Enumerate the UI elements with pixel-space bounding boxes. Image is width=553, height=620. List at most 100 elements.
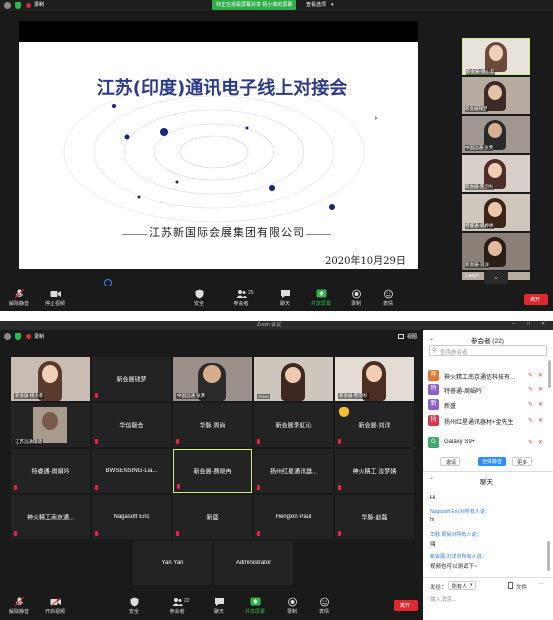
minimize-icon[interactable]: ─	[512, 321, 516, 327]
chat-button[interactable]: 聊天	[204, 595, 234, 619]
invite-button[interactable]: 邀请	[440, 457, 460, 466]
gallery-caption: 新会展-熊羽杉	[465, 184, 494, 190]
file-icon[interactable]	[508, 582, 513, 589]
collapse-chevron-icon[interactable]: ⌄	[429, 335, 434, 342]
shield-icon[interactable]	[15, 2, 21, 9]
grid-view-icon[interactable]	[398, 334, 404, 339]
participant-name: 新会展钱梦	[116, 377, 147, 384]
participant-row[interactable]: 特 特睿通-周娟吟 ✎ ✕	[428, 383, 546, 396]
view-button[interactable]: 视图	[407, 334, 417, 340]
leave-button[interactable]: 离开	[394, 600, 418, 611]
security-button[interactable]: 安全	[184, 287, 214, 311]
more-options-icon[interactable]: ···	[538, 581, 544, 587]
video-tile[interactable]: 新会展李虹沁	[254, 403, 333, 447]
chat-message: Hi	[430, 495, 436, 501]
info-icon[interactable]	[4, 333, 11, 340]
video-tile[interactable]: 特睿通-周娟吟	[11, 449, 90, 493]
unmute-button[interactable]: 解除静音	[4, 287, 34, 311]
chat-scrollbar[interactable]	[547, 541, 550, 571]
avatar	[488, 241, 502, 256]
record-button[interactable]: 录制	[277, 595, 307, 619]
chat-button[interactable]: 聊天	[270, 287, 300, 311]
send-to-select[interactable]: 所有人 ▾	[448, 581, 476, 590]
participant-row[interactable]: 神 神火精工南京通信科技有... ✎ ✕	[428, 369, 546, 382]
chat-label: 聊天	[279, 301, 290, 307]
video-tile-active-speaker[interactable]: 新会展-费晓冉	[173, 449, 252, 493]
video-off-icon: ✕	[538, 440, 544, 446]
gallery-tile[interactable]: 中国远通 张勇	[462, 116, 530, 153]
participant-row[interactable]: 扬 扬州红星通讯器材+金先生 ✎ ✕	[428, 414, 546, 427]
gallery-caption: 新会展钱梦	[465, 106, 488, 112]
participant-row[interactable]: 新 新盛 ✎ ✕	[428, 398, 546, 411]
video-tile[interactable]: Hengxin Paul	[254, 495, 333, 539]
record-button[interactable]: 录制	[341, 287, 371, 311]
video-tile[interactable]: 中国远通 张勇	[173, 357, 252, 401]
slide-title: 江苏(印度)通讯电子线上对接会	[96, 78, 348, 99]
video-tile[interactable]: 扬州红星通讯器...	[254, 449, 333, 493]
view-options-button[interactable]: 查看选项	[306, 2, 326, 8]
chat-divider	[423, 577, 553, 578]
participant-name: Nagasoft Eric	[113, 514, 150, 520]
gallery-tile[interactable]: 新会展钱梦	[462, 77, 530, 114]
mic-muted-icon	[338, 485, 341, 490]
gallery-tile[interactable]: 新会展-刘洋	[462, 233, 530, 270]
more-button[interactable]: 更多	[512, 457, 532, 466]
unmute-button[interactable]: 解除静音	[4, 595, 34, 619]
video-tile[interactable]: Nagasoft Eric	[92, 495, 171, 539]
participants-search[interactable]: ⚲ 查找参会者	[429, 345, 547, 356]
video-tile[interactable]: 华脉-赵磊	[335, 495, 414, 539]
scrollbar[interactable]	[548, 360, 551, 388]
video-tile[interactable]: 华信献仓	[92, 403, 171, 447]
gallery-scroll-down-button[interactable]: ⌄	[484, 271, 508, 284]
participant-name: 神火精工南京通...	[26, 515, 74, 522]
reactions-button[interactable]: 表情	[373, 287, 403, 311]
video-tile[interactable]: 新会展-熊羽杉	[335, 357, 414, 401]
participant-row[interactable]: G Galaxy S9+ ✎ ✕	[428, 436, 546, 449]
gallery-caption: 1-8227	[465, 273, 480, 278]
microphone-muted-icon	[14, 289, 24, 299]
gallery-tile[interactable]: 特睿通-揭婷婷	[462, 194, 530, 231]
share-screen-button[interactable]: 共享屏幕	[306, 287, 336, 311]
video-tile[interactable]: BWSENSING-Lia...	[92, 449, 171, 493]
leave-button[interactable]: 离开	[524, 294, 548, 305]
video-tile[interactable]: Orion	[254, 357, 333, 401]
video-tile[interactable]: Yan Yan	[133, 541, 212, 585]
avatar	[488, 85, 502, 100]
video-camera-icon	[50, 291, 61, 297]
more-label: 更多	[517, 460, 528, 466]
participant-name: Hengxin Paul	[275, 514, 312, 520]
gallery-tile[interactable]: 新会展-杨小菲	[462, 38, 530, 75]
video-tile[interactable]: 新盛	[173, 495, 252, 539]
video-tile[interactable]: Administrator	[214, 541, 293, 585]
chat-input[interactable]: 输入消息...	[428, 593, 548, 605]
video-tile[interactable]: 江苏远通电话	[11, 403, 90, 447]
gallery-tile[interactable]: 新会展-熊羽杉	[462, 155, 530, 192]
leave-label: 离开	[400, 603, 411, 609]
mute-all-button[interactable]: 全体静音	[478, 457, 506, 466]
close-icon[interactable]: ✕	[541, 321, 545, 327]
security-button[interactable]: 安全	[119, 595, 149, 619]
maximize-icon[interactable]: □	[527, 321, 530, 327]
stop-video-button[interactable]: 停止视频	[40, 287, 70, 311]
screen-share-banner: 你正在观看屏幕共享 杨小菲的屏幕	[212, 0, 296, 10]
info-icon[interactable]	[4, 2, 11, 9]
video-tile[interactable]: 神火精工南京通...	[11, 495, 90, 539]
reactions-button[interactable]: 表情	[309, 595, 339, 619]
share-screen-button[interactable]: 共享屏幕	[240, 595, 270, 619]
video-tile[interactable]: 新会展 杨小菲	[11, 357, 90, 401]
avatar	[203, 365, 221, 383]
start-video-button[interactable]: 开启视频	[40, 595, 70, 619]
video-tile[interactable]: 神火精工 汝梦婧	[335, 449, 414, 493]
participants-label: 参会者	[233, 301, 249, 307]
shield-icon[interactable]	[15, 333, 21, 340]
video-tile[interactable]: 华脉 周尚	[173, 403, 252, 447]
avatar	[488, 123, 502, 138]
chevron-down-icon[interactable]: ▾	[331, 2, 334, 8]
mute-all-label: 全体静音	[482, 459, 503, 465]
video-tile[interactable]: 新会展钱梦	[92, 357, 171, 401]
video-tile[interactable]: 新会展-刘洋	[335, 403, 414, 447]
file-button[interactable]: 文件	[516, 583, 527, 591]
chevron-down-icon[interactable]: ⌄	[429, 474, 434, 481]
top-meeting-window: 录制 你正在观看屏幕共享 杨小菲的屏幕 查看选项 ▾ 江苏(印度)通讯电子线上对…	[0, 0, 553, 311]
security-label: 安全	[193, 301, 204, 307]
